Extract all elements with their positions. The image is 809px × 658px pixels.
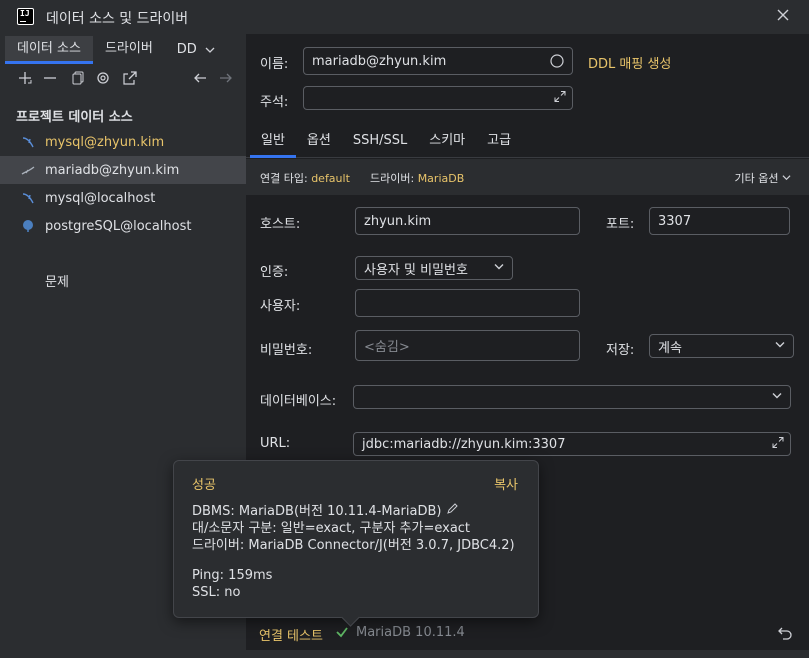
- settings-tabs: 일반 옵션 SSH/SSL 스키마 고급: [246, 128, 809, 158]
- user-input[interactable]: [355, 289, 580, 317]
- settings-icon[interactable]: [94, 70, 112, 88]
- url-input[interactable]: jdbc:mariadb://zhyun.kim:3307: [353, 432, 791, 456]
- popup-ping-line: Ping: 159ms: [192, 568, 273, 583]
- forward-arrow-icon[interactable]: [217, 70, 235, 88]
- tab-ddl-label: DD: [176, 42, 197, 57]
- list-item-label: mysql@zhyun.kim: [45, 134, 165, 150]
- copy-link[interactable]: 복사: [494, 474, 518, 493]
- chevron-down-icon: [205, 47, 215, 53]
- other-options-dropdown[interactable]: 기타 옵션: [735, 170, 791, 186]
- name-value: mariadb@zhyun.kim: [312, 53, 447, 69]
- driver-value[interactable]: MariaDB: [418, 172, 465, 185]
- auth-label: 인증:: [260, 265, 289, 280]
- chevron-down-icon: [775, 340, 785, 353]
- mysql-icon: [20, 190, 36, 206]
- tab-schemas[interactable]: 스키마: [418, 128, 476, 157]
- tab-advanced[interactable]: 고급: [476, 128, 522, 157]
- section-project-data-sources: 프로젝트 데이터 소스: [16, 110, 133, 125]
- close-icon[interactable]: [775, 7, 791, 23]
- name-input[interactable]: mariadb@zhyun.kim: [303, 47, 573, 75]
- left-tabs: 데이터 소스 드라이버 DD: [5, 36, 227, 64]
- conn-type-label: 연결 타입:: [260, 172, 308, 185]
- data-source-list: mysql@zhyun.kim mariadb@zhyun.kim mysql@…: [0, 128, 246, 240]
- navigate-icon[interactable]: [121, 70, 139, 88]
- list-item-mariadb-zhyun[interactable]: mariadb@zhyun.kim: [0, 156, 246, 184]
- list-item-label: postgreSQL@localhost: [45, 218, 192, 234]
- popup-driver-line: 드라이버: MariaDB Connector/J(버전 3.0.7, JDBC…: [192, 538, 515, 553]
- connection-info-bar: 연결 타입: default 드라이버: MariaDB 기타 옵션: [246, 159, 809, 195]
- database-select[interactable]: [353, 385, 791, 409]
- tab-data-sources[interactable]: 데이터 소스: [5, 36, 93, 64]
- problems-label[interactable]: 문제: [45, 271, 69, 290]
- conn-type-value[interactable]: default: [311, 172, 350, 185]
- app-icon-text: IJ: [20, 9, 30, 18]
- remove-icon[interactable]: [41, 70, 59, 88]
- test-result-text: MariaDB 10.11.4: [356, 625, 465, 640]
- url-label: URL:: [260, 436, 291, 451]
- connection-type: 연결 타입: default: [260, 170, 350, 186]
- database-label: 데이터베이스:: [260, 394, 337, 409]
- ddl-mapping-link[interactable]: DDL 매핑 생성: [588, 53, 671, 72]
- chevron-down-icon: [772, 391, 782, 404]
- port-input[interactable]: 3307: [649, 207, 790, 235]
- save-select[interactable]: 계속: [649, 334, 794, 358]
- checkmark-icon: [335, 625, 349, 643]
- user-label: 사용자:: [260, 299, 301, 314]
- mariadb-icon: [20, 162, 36, 178]
- driver-info: 드라이버: MariaDB: [370, 170, 464, 186]
- window-title: 데이터 소스 및 드라이버: [46, 11, 189, 27]
- auth-select[interactable]: 사용자 및 비밀번호: [355, 256, 513, 280]
- save-value: 계속: [658, 340, 682, 356]
- tab-ddl-more[interactable]: DD: [165, 36, 227, 64]
- name-label: 이름:: [260, 57, 289, 72]
- tab-options[interactable]: 옵션: [296, 128, 342, 157]
- host-input[interactable]: zhyun.kim: [355, 207, 580, 235]
- test-connection-link[interactable]: 연결 테스트: [259, 625, 323, 644]
- list-item-label: mariadb@zhyun.kim: [45, 162, 180, 178]
- driver-label: 드라이버:: [370, 172, 415, 185]
- tab-drivers[interactable]: 드라이버: [93, 36, 165, 64]
- mysql-icon: [20, 134, 36, 150]
- circle-icon: [550, 54, 564, 72]
- url-value: jdbc:mariadb://zhyun.kim:3307: [362, 436, 566, 452]
- save-label: 저장:: [606, 343, 635, 358]
- popup-ssl-line: SSL: no: [192, 585, 241, 600]
- list-item-label: mysql@localhost: [45, 190, 156, 206]
- postgresql-icon: [20, 218, 36, 234]
- port-label: 포트:: [606, 217, 635, 232]
- chevron-down-icon: [494, 262, 504, 275]
- tab-general[interactable]: 일반: [250, 128, 296, 158]
- auth-value: 사용자 및 비밀번호: [364, 262, 468, 278]
- list-item-mysql-localhost[interactable]: mysql@localhost: [0, 184, 246, 212]
- chevron-down-icon: [782, 175, 791, 181]
- tab-ssh-ssl[interactable]: SSH/SSL: [342, 128, 418, 157]
- port-value: 3307: [658, 213, 692, 229]
- duplicate-icon[interactable]: [69, 70, 87, 88]
- expand-icon[interactable]: [772, 437, 784, 452]
- comment-label: 주석:: [260, 95, 289, 110]
- add-icon[interactable]: [16, 70, 34, 88]
- comment-input[interactable]: [303, 86, 573, 110]
- data-source-toolbar: [16, 70, 238, 90]
- other-options-label: 기타 옵션: [734, 172, 779, 185]
- title-bar: IJ 데이터 소스 및 드라이버: [0, 0, 809, 34]
- back-arrow-icon[interactable]: [191, 70, 209, 88]
- host-label: 호스트:: [260, 217, 301, 232]
- list-item-postgresql-localhost[interactable]: postgreSQL@localhost: [0, 212, 246, 240]
- password-placeholder: <숨김>: [364, 340, 410, 355]
- host-value: zhyun.kim: [364, 213, 432, 229]
- popup-title: 성공: [192, 478, 216, 493]
- expand-icon[interactable]: [554, 91, 566, 106]
- bottom-divider: [246, 650, 809, 658]
- password-input[interactable]: <숨김>: [355, 330, 580, 361]
- intellij-app-icon: IJ: [17, 8, 34, 25]
- password-label: 비밀번호:: [260, 343, 313, 358]
- connection-success-popup: 성공 복사 DBMS: MariaDB(버전 10.11.4-MariaDB) …: [173, 460, 539, 618]
- list-item-mysql-zhyun[interactable]: mysql@zhyun.kim: [0, 128, 246, 156]
- revert-icon[interactable]: [777, 625, 793, 645]
